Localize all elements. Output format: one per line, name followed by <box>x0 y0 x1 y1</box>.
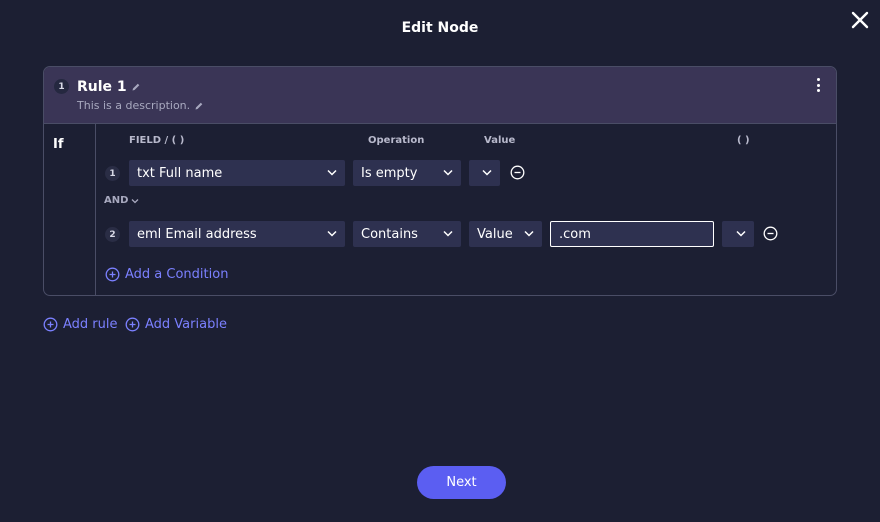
field-select-value: eml Email address <box>137 226 257 242</box>
add-variable-button[interactable]: Add Variable <box>125 317 227 332</box>
value-type-select[interactable] <box>469 160 500 186</box>
condition-number-badge: 2 <box>105 227 120 242</box>
add-rule-button[interactable]: Add rule <box>43 317 118 332</box>
operation-select-value: Contains <box>361 226 418 242</box>
column-header-operation: Operation <box>368 135 425 146</box>
column-header-paren: ( ) <box>737 135 750 146</box>
and-connector[interactable]: AND <box>104 195 139 206</box>
chevron-down-icon <box>443 230 453 237</box>
operation-select[interactable]: Contains <box>353 221 461 247</box>
rule-number-badge: 1 <box>54 79 69 94</box>
chevron-down-icon <box>482 169 492 176</box>
chevron-down-icon <box>327 230 337 237</box>
value-type-select-value: Value <box>477 226 513 242</box>
column-header-field: FIELD / ( ) <box>129 135 185 146</box>
chevron-down-icon <box>736 230 746 237</box>
pencil-icon[interactable] <box>131 82 141 92</box>
condition-number-badge: 1 <box>105 166 120 181</box>
rule-header: 1 Rule 1 This is a description. <box>44 67 836 124</box>
field-select[interactable]: eml Email address <box>129 221 345 247</box>
add-condition-button[interactable]: Add a Condition <box>105 267 228 282</box>
plus-circle-icon <box>43 317 58 332</box>
operation-select[interactable]: Is empty <box>353 160 461 186</box>
chevron-down-icon <box>524 230 534 237</box>
pencil-icon[interactable] <box>194 101 204 111</box>
chevron-down-icon <box>131 198 139 203</box>
close-icon[interactable] <box>848 8 872 32</box>
chevron-down-icon <box>327 169 337 176</box>
paren-select[interactable] <box>722 221 754 247</box>
field-select[interactable]: txt Full name <box>129 160 345 186</box>
chevron-down-icon <box>443 169 453 176</box>
add-condition-label: Add a Condition <box>125 267 229 282</box>
rule-description-text: This is a description. <box>77 99 191 112</box>
remove-condition-icon[interactable] <box>763 226 778 241</box>
plus-circle-icon <box>105 267 120 282</box>
if-divider <box>95 124 96 295</box>
if-label: If <box>53 137 64 152</box>
plus-circle-icon <box>125 317 140 332</box>
rule-title[interactable]: Rule 1 <box>77 79 141 95</box>
field-select-value: txt Full name <box>137 165 223 181</box>
remove-condition-icon[interactable] <box>510 165 525 180</box>
rule-card: 1 Rule 1 This is a description. If FIELD… <box>43 66 837 296</box>
next-button[interactable]: Next <box>417 466 506 499</box>
operation-select-value: Is empty <box>361 165 418 181</box>
value-type-select[interactable]: Value <box>469 221 542 247</box>
value-input[interactable] <box>550 221 714 247</box>
add-rule-label: Add rule <box>63 317 118 332</box>
modal-title: Edit Node <box>401 20 479 36</box>
column-header-value: Value <box>484 135 516 146</box>
rule-description[interactable]: This is a description. <box>77 99 204 112</box>
kebab-menu-icon[interactable] <box>812 77 824 93</box>
add-variable-label: Add Variable <box>145 317 227 332</box>
rule-title-text: Rule 1 <box>77 79 127 95</box>
and-connector-label: AND <box>104 195 129 206</box>
